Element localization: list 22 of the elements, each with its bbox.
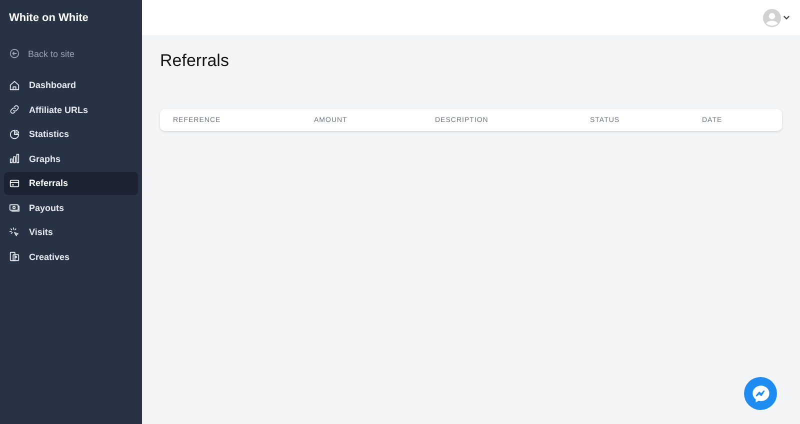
caret-icon[interactable] — [783, 14, 790, 21]
nav-item[interactable]: Dashboard — [4, 74, 138, 96]
site-title: White on White — [8, 11, 90, 26]
nav-item[interactable]: Affiliate URLs — [4, 98, 138, 121]
nav-item[interactable]: Visits — [4, 221, 138, 244]
page-title: Referrals — [160, 51, 230, 71]
pie-chart-icon — [9, 128, 20, 140]
messenger-icon — [750, 384, 770, 404]
nav-item[interactable]: Payouts — [4, 196, 138, 219]
images-icon — [9, 251, 20, 262]
nav-item[interactable]: Referrals — [4, 172, 138, 194]
cursor-click-icon — [9, 226, 20, 238]
chat-button[interactable] — [744, 377, 777, 410]
back-link[interactable]: Back to site — [4, 36, 138, 74]
nav-item[interactable]: Creatives — [4, 246, 138, 268]
home-icon — [9, 80, 20, 91]
nav-item[interactable]: Graphs — [4, 148, 138, 170]
nav-item[interactable]: Statistics — [4, 123, 138, 146]
link-icon — [9, 104, 20, 116]
cash-icon — [9, 202, 20, 214]
bar-chart-icon — [9, 153, 20, 164]
card-icon — [9, 178, 20, 189]
